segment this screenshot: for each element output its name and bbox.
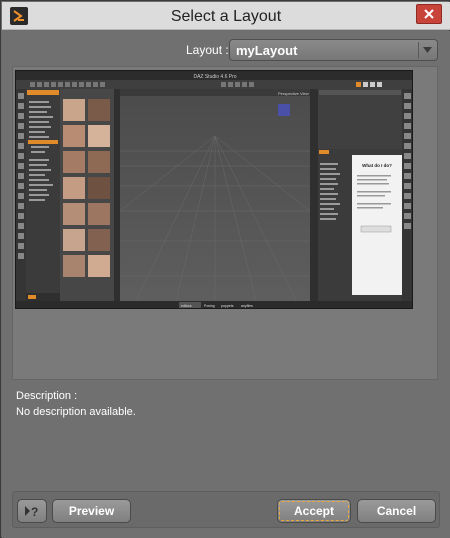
title-bar[interactable]: Select a Layout bbox=[2, 2, 450, 30]
close-icon bbox=[424, 9, 434, 19]
accept-button[interactable]: Accept bbox=[277, 499, 351, 523]
preview-app-title: DAZ Studio 4.6 Pro bbox=[193, 74, 236, 80]
layout-label: Layout : bbox=[186, 43, 229, 57]
dialog-body: Layout : myLayout DAZ Studio 4.6 Pro Per… bbox=[2, 31, 450, 538]
close-button[interactable] bbox=[416, 4, 442, 24]
description-label: Description : bbox=[16, 390, 78, 402]
window-title: Select a Layout bbox=[170, 8, 282, 25]
preview-tab: editors bbox=[181, 304, 192, 308]
preview-viewport-label: Perspective View bbox=[278, 91, 309, 96]
help-icon: ? bbox=[25, 505, 38, 519]
description-text: No description available. bbox=[16, 406, 136, 418]
preview-button[interactable]: Preview bbox=[52, 499, 131, 523]
select-layout-dialog: Select a Layout Layout : myLayout DAZ St… bbox=[0, 0, 450, 538]
preview-panel-title: What do I do? bbox=[362, 163, 392, 168]
cancel-button[interactable]: Cancel bbox=[357, 499, 436, 523]
dropdown-arrow[interactable] bbox=[418, 42, 435, 58]
chevron-down-icon bbox=[422, 47, 432, 53]
layout-dropdown-value: myLayout bbox=[236, 43, 298, 58]
layout-preview-image: DAZ Studio 4.6 Pro Perspective View What… bbox=[15, 70, 413, 309]
preview-tab: anyfiles bbox=[241, 304, 253, 308]
preview-tab: puppets bbox=[221, 304, 234, 308]
layout-screenshot: DAZ Studio 4.6 Pro Perspective View What… bbox=[16, 71, 412, 308]
svg-text:?: ? bbox=[31, 505, 38, 519]
preview-tab: Posing bbox=[204, 304, 215, 308]
layout-dropdown[interactable]: myLayout bbox=[229, 39, 438, 61]
help-button[interactable]: ? bbox=[17, 499, 47, 523]
